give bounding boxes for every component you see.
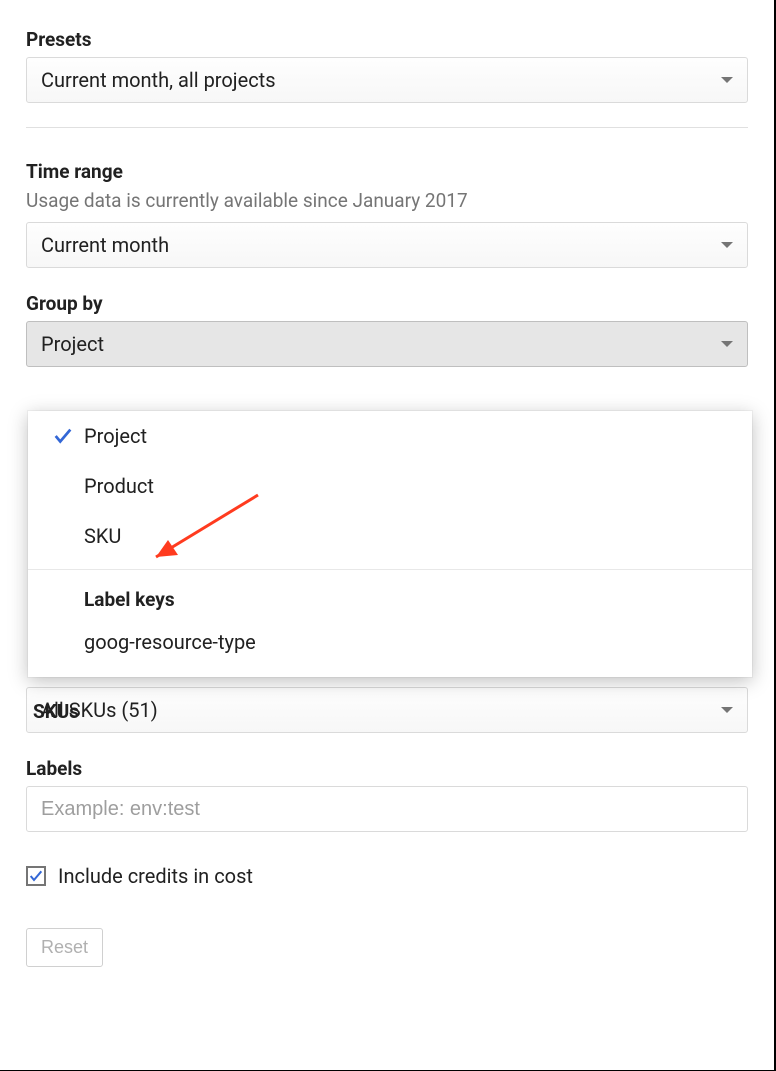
group-by-select[interactable]: Project	[26, 321, 748, 367]
skus-select[interactable]: All SKUs (51)	[26, 687, 748, 733]
chevron-down-icon	[721, 77, 733, 83]
presets-section: Presets Current month, all projects	[26, 28, 748, 103]
labels-section: Labels	[26, 757, 748, 832]
group-by-value: Project	[41, 332, 104, 356]
chevron-down-icon	[721, 341, 733, 347]
dropdown-option-label: Project	[84, 424, 147, 448]
dropdown-option-project[interactable]: Project	[28, 411, 752, 461]
time-range-select[interactable]: Current month	[26, 222, 748, 268]
dropdown-option-label: SKU	[84, 524, 121, 548]
group-by-section: Group by Project	[26, 292, 748, 367]
dropdown-option-label: goog-resource-type	[84, 630, 256, 654]
include-credits-label: Include credits in cost	[58, 864, 253, 888]
dropdown-option-label: Product	[84, 474, 154, 498]
dropdown-option-sku[interactable]: SKU	[28, 511, 752, 561]
time-range-subtext: Usage data is currently available since …	[26, 189, 748, 212]
presets-select[interactable]: Current month, all projects	[26, 57, 748, 103]
check-icon	[52, 425, 84, 447]
chevron-down-icon	[721, 242, 733, 248]
labels-input[interactable]	[26, 786, 748, 832]
reset-button[interactable]: Reset	[26, 928, 103, 967]
presets-value: Current month, all projects	[41, 68, 276, 92]
include-credits-row: Include credits in cost	[26, 864, 748, 888]
dropdown-divider	[28, 569, 752, 570]
labels-label: Labels	[26, 757, 748, 780]
skus-label-obscured: SKUs	[33, 700, 79, 723]
check-icon	[28, 867, 44, 885]
skus-section: All SKUs (51)	[26, 687, 748, 733]
presets-label: Presets	[26, 28, 748, 51]
divider	[26, 127, 748, 128]
dropdown-option-product[interactable]: Product	[28, 461, 752, 511]
time-range-section: Time range Usage data is currently avail…	[26, 160, 748, 268]
dropdown-option-goog-resource-type[interactable]: goog-resource-type	[28, 617, 752, 667]
time-range-label: Time range	[26, 160, 748, 183]
group-by-dropdown: Project Product SKU Label keys goog-reso…	[28, 411, 752, 677]
chevron-down-icon	[721, 707, 733, 713]
time-range-value: Current month	[41, 233, 169, 257]
include-credits-checkbox[interactable]	[26, 866, 46, 886]
group-by-label: Group by	[26, 292, 748, 315]
dropdown-group-header: Label keys	[28, 578, 752, 617]
